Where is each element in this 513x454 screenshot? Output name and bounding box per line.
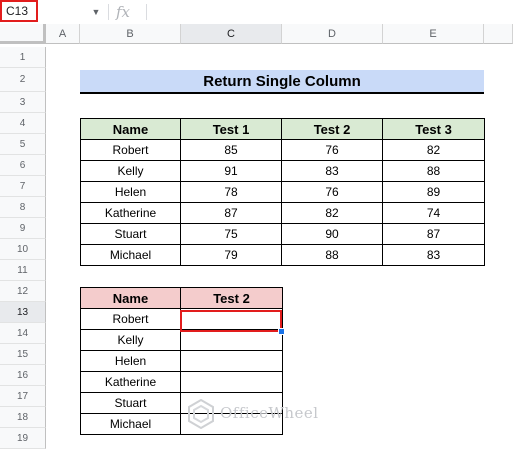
table-cell[interactable]: 87 bbox=[382, 223, 485, 245]
column-header-d[interactable]: D bbox=[282, 24, 383, 44]
table-cell[interactable]: 87 bbox=[180, 202, 282, 224]
table-cell[interactable]: Helen bbox=[80, 350, 181, 372]
table-cell[interactable]: 83 bbox=[382, 244, 485, 266]
formula-bar: C13 ▼ fx bbox=[0, 0, 513, 25]
row-header-10[interactable]: 10 bbox=[0, 239, 46, 260]
table-cell[interactable]: Helen bbox=[80, 181, 181, 203]
row-header-13[interactable]: 13 bbox=[0, 302, 46, 323]
table-row: Katherine bbox=[80, 371, 283, 393]
row-header-1[interactable]: 1 bbox=[0, 47, 46, 68]
name-box[interactable]: C13 bbox=[0, 0, 38, 22]
row-header-8[interactable]: 8 bbox=[0, 197, 46, 218]
row-header-9[interactable]: 9 bbox=[0, 218, 46, 239]
table-cell[interactable]: Stuart bbox=[80, 392, 181, 414]
table-header-row: Name Test 2 bbox=[80, 287, 283, 309]
select-all-corner[interactable] bbox=[0, 24, 46, 44]
table-cell[interactable]: 88 bbox=[281, 244, 383, 266]
table-cell[interactable] bbox=[180, 350, 283, 372]
row-header-18[interactable]: 18 bbox=[0, 407, 46, 428]
table-cell[interactable]: 82 bbox=[382, 139, 485, 161]
table-row: Michael 79 88 83 bbox=[80, 244, 485, 266]
row-header-15[interactable]: 15 bbox=[0, 344, 46, 365]
row-header-16[interactable]: 16 bbox=[0, 365, 46, 386]
header-cell[interactable]: Test 1 bbox=[180, 118, 282, 140]
table-cell[interactable]: 85 bbox=[180, 139, 282, 161]
header-cell[interactable]: Test 2 bbox=[180, 287, 283, 309]
row-header-5[interactable]: 5 bbox=[0, 134, 46, 155]
table-cell[interactable]: Kelly bbox=[80, 160, 181, 182]
fill-handle[interactable] bbox=[278, 328, 285, 335]
row-header-17[interactable]: 17 bbox=[0, 386, 46, 407]
chevron-down-icon[interactable]: ▼ bbox=[88, 3, 104, 21]
table-row: Kelly bbox=[80, 329, 283, 351]
column-header-f[interactable] bbox=[484, 24, 513, 44]
table-cell[interactable]: Robert bbox=[80, 139, 181, 161]
table-cell[interactable]: 78 bbox=[180, 181, 282, 203]
row-header-11[interactable]: 11 bbox=[0, 260, 46, 281]
table-cell[interactable]: Katherine bbox=[80, 371, 181, 393]
table-cell[interactable]: Katherine bbox=[80, 202, 181, 224]
table-cell[interactable]: 76 bbox=[281, 139, 383, 161]
row-header-2[interactable]: 2 bbox=[0, 68, 46, 92]
table-cell[interactable]: 91 bbox=[180, 160, 282, 182]
source-table: Name Test 1 Test 2 Test 3 Robert 85 76 82 Kelly 9… bbox=[80, 118, 485, 266]
fx-icon: fx bbox=[116, 3, 131, 21]
table-cell[interactable] bbox=[180, 329, 283, 351]
row-header-14[interactable]: 14 bbox=[0, 323, 46, 344]
table-cell[interactable]: Kelly bbox=[80, 329, 181, 351]
table-header-row: Name Test 1 Test 2 Test 3 bbox=[80, 118, 485, 140]
row-header-4[interactable]: 4 bbox=[0, 113, 46, 134]
table-cell[interactable]: 75 bbox=[180, 223, 282, 245]
table-row: Kelly 91 83 88 bbox=[80, 160, 485, 182]
row-header-7[interactable]: 7 bbox=[0, 176, 46, 197]
table-row: Stuart 75 90 87 bbox=[80, 223, 485, 245]
table-cell[interactable]: Michael bbox=[80, 244, 181, 266]
watermark-logo: OfficeWheel bbox=[188, 398, 338, 430]
watermark-text: OfficeWheel bbox=[220, 404, 319, 422]
table-cell[interactable]: Robert bbox=[80, 308, 181, 330]
column-header-b[interactable]: B bbox=[80, 24, 181, 44]
table-row: Katherine 87 82 74 bbox=[80, 202, 485, 224]
table-cell[interactable]: 90 bbox=[281, 223, 383, 245]
row-header-19[interactable]: 19 bbox=[0, 428, 46, 449]
table-cell[interactable] bbox=[180, 371, 283, 393]
table-row: Helen bbox=[80, 350, 283, 372]
table-cell[interactable]: 88 bbox=[382, 160, 485, 182]
table-cell[interactable]: 89 bbox=[382, 181, 485, 203]
column-header-e[interactable]: E bbox=[383, 24, 484, 44]
header-cell[interactable]: Test 3 bbox=[382, 118, 485, 140]
row-header-6[interactable]: 6 bbox=[0, 155, 46, 176]
table-cell[interactable]: 76 bbox=[281, 181, 383, 203]
row-header-12[interactable]: 12 bbox=[0, 281, 46, 302]
table-cell[interactable]: 82 bbox=[281, 202, 383, 224]
formula-input[interactable] bbox=[149, 2, 509, 22]
officewheel-logo-icon bbox=[188, 399, 214, 429]
header-cell[interactable]: Name bbox=[80, 118, 181, 140]
table-cell[interactable]: Michael bbox=[80, 413, 181, 435]
table-cell[interactable]: 79 bbox=[180, 244, 282, 266]
header-cell[interactable]: Test 2 bbox=[281, 118, 383, 140]
table-cell[interactable]: 74 bbox=[382, 202, 485, 224]
table-cell[interactable]: 83 bbox=[281, 160, 383, 182]
table-cell[interactable]: Stuart bbox=[80, 223, 181, 245]
table-row: Helen 78 76 89 bbox=[80, 181, 485, 203]
column-header-c[interactable]: C bbox=[181, 24, 282, 44]
sheet-title[interactable]: Return Single Column bbox=[80, 70, 484, 94]
active-cell-c13[interactable] bbox=[180, 310, 282, 332]
column-header-a[interactable]: A bbox=[46, 24, 80, 44]
divider bbox=[146, 4, 147, 20]
divider bbox=[108, 4, 109, 20]
header-cell[interactable]: Name bbox=[80, 287, 181, 309]
table-row: Robert 85 76 82 bbox=[80, 139, 485, 161]
row-header-3[interactable]: 3 bbox=[0, 92, 46, 113]
